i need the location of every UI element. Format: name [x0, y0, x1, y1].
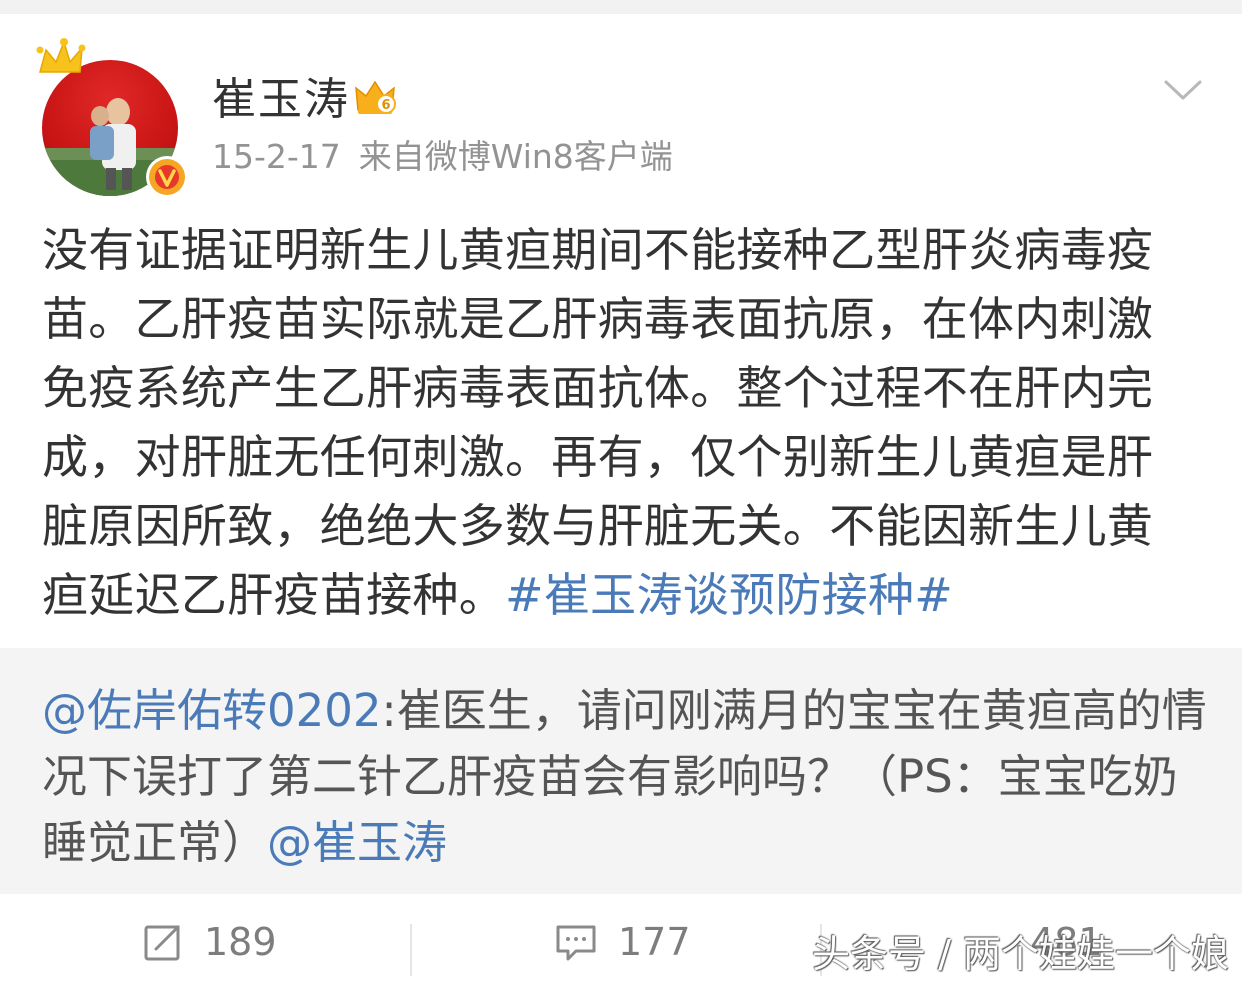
vip-crown-badge-icon[interactable]: 6	[352, 74, 398, 120]
post-date: 15-2-17	[212, 137, 341, 176]
hashtag-link[interactable]: #崔玉涛谈预防接种#	[505, 568, 953, 622]
weibo-post-card: 崔玉涛 6 15-2-17 来自微博Win8客户端 没有证据证明新生儿黄疸期间不能…	[0, 0, 1242, 984]
post-text-line: 脏原因所致，绝绝大多数与肝脏无关。不能因新生儿黄	[42, 499, 1154, 553]
post-text-line: 没有证据证明新生儿黄疸期间不能接种乙型肝炎病毒疫	[42, 223, 1154, 277]
repost-icon	[144, 925, 180, 961]
post-text-line: 疸延迟乙肝疫苗接种。	[42, 568, 505, 622]
chevron-down-icon[interactable]	[1160, 72, 1206, 108]
post-text-line: 成，对肝脏无任何刺激。再有，仅个别新生儿黄疸是肝	[42, 430, 1154, 484]
username[interactable]: 崔玉涛	[212, 74, 350, 126]
verified-v-icon	[146, 156, 188, 198]
comment-count: 177	[618, 920, 691, 964]
repost-button[interactable]: 189	[142, 920, 277, 964]
post-meta: 15-2-17 来自微博Win8客户端	[212, 136, 673, 178]
comment-icon	[556, 925, 596, 961]
user-avatar-group[interactable]	[36, 36, 188, 198]
retweet-text-line: 况下误打了第二针乙肝疫苗会有影响吗？（PS：宝宝吃奶	[42, 750, 1178, 803]
retweet-text-line: 睡觉正常）	[42, 816, 268, 869]
post-text-line: 免疫系统产生乙肝病毒表面抗体。整个过程不在肝内完	[42, 361, 1154, 415]
retweet-user-mention[interactable]: @佐岸佑转0202	[42, 684, 382, 737]
comment-button[interactable]: 177	[554, 920, 691, 964]
retweet-text: @佐岸佑转0202:崔医生，请问刚满月的宝宝在黄疸高的情 况下误打了第二针乙肝疫…	[42, 678, 1212, 876]
top-separator	[0, 0, 1242, 14]
watermark: 头条号 / 两个娃娃一个娘	[812, 932, 1229, 976]
post-text: 没有证据证明新生儿黄疸期间不能接种乙型肝炎病毒疫 苗。乙肝疫苗实际就是乙肝病毒表…	[42, 216, 1204, 630]
retweet-text-line: :崔医生，请问刚满月的宝宝在黄疸高的情	[381, 684, 1207, 737]
post-source: 来自微博Win8客户端	[358, 137, 673, 176]
post-text-line: 苗。乙肝疫苗实际就是乙肝病毒表面抗原，在体内刺激	[42, 292, 1154, 346]
crown-icon	[36, 38, 86, 73]
action-divider	[410, 924, 412, 976]
mention-link[interactable]: @崔玉涛	[267, 816, 447, 869]
retweet-block[interactable]: @佐岸佑转0202:崔医生，请问刚满月的宝宝在黄疸高的情 况下误打了第二针乙肝疫…	[0, 648, 1242, 894]
repost-count: 189	[204, 920, 277, 964]
post-text-last-line: 疸延迟乙肝疫苗接种。#崔玉涛谈预防接种#	[42, 561, 1204, 630]
svg-text:6: 6	[381, 98, 390, 113]
